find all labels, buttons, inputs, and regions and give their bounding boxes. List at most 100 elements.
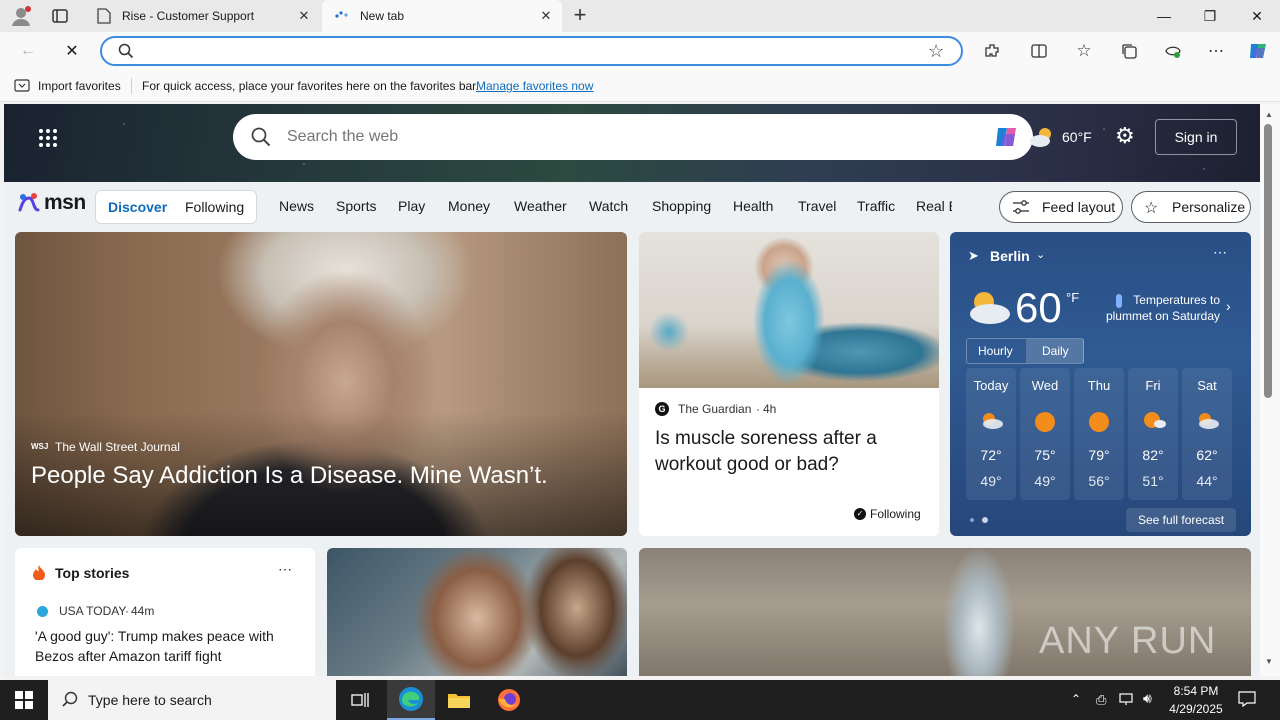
weather-alert[interactable]: Temperatures to plummet on Saturday	[1100, 292, 1220, 324]
weather-city[interactable]: Berlin	[990, 248, 1030, 264]
edge-taskbar-icon[interactable]	[387, 680, 435, 720]
new-tab-button[interactable]: +	[568, 4, 592, 28]
top-stories-title[interactable]: Top stories	[55, 565, 129, 581]
tab-new-tab[interactable]: New tab ✕	[322, 0, 562, 32]
more-options-icon[interactable]: ⋯	[278, 561, 292, 578]
chevron-right-icon[interactable]: ›	[1226, 298, 1231, 314]
task-view-icon[interactable]	[336, 680, 384, 720]
back-button[interactable]: ←	[14, 37, 42, 65]
more-options-icon[interactable]: ⋯	[1213, 244, 1227, 261]
hourly-tab[interactable]: Hourly	[978, 344, 1013, 358]
page-scrollbar[interactable]: ▲ ▼	[1260, 104, 1280, 676]
see-full-forecast-button[interactable]: See full forecast	[1126, 508, 1237, 532]
tab-rise-customer-support[interactable]: Rise - Customer Support ✕	[84, 0, 320, 32]
usb-device-icon[interactable]: ⎙	[1096, 692, 1106, 708]
nav-play[interactable]: Play	[398, 198, 425, 214]
daily-tab[interactable]: Daily	[1026, 339, 1084, 363]
following-label[interactable]: Following	[870, 507, 921, 521]
web-search-input[interactable]	[287, 126, 967, 148]
collections-icon[interactable]	[1117, 39, 1141, 63]
feed-layout-button[interactable]: Feed layout	[999, 191, 1123, 223]
personalize-button[interactable]: ☆ Personalize	[1131, 191, 1251, 223]
water-tap-article-card[interactable]: ANY RUN	[639, 548, 1251, 676]
taskbar-search[interactable]: Type here to search	[48, 680, 336, 720]
article-headline[interactable]: Is muscle soreness after a workout good …	[655, 426, 925, 478]
nav-travel[interactable]: Travel	[798, 198, 836, 214]
article-image	[639, 232, 939, 388]
settings-gear-icon[interactable]: ⚙	[1115, 125, 1135, 147]
day-low: 56°	[1088, 473, 1110, 489]
forecast-day[interactable]: Thu 79° 56°	[1074, 368, 1124, 500]
hero-article-card[interactable]: WSJ The Wall Street Journal People Say A…	[15, 232, 627, 536]
toolbar: ← ✕ ☆ ☆ ⋯	[0, 32, 1280, 70]
more-menu-icon[interactable]: ⋯	[1204, 39, 1228, 63]
close-window-button[interactable]: ✕	[1234, 0, 1280, 32]
search-icon	[62, 691, 78, 710]
sign-in-button[interactable]: Sign in	[1155, 119, 1237, 155]
weather-card[interactable]: ➤ Berlin ⌄ ⋯ 60 °F Temperatures to plumm…	[950, 232, 1251, 536]
nav-weather[interactable]: Weather	[514, 198, 567, 214]
taskbar-date[interactable]: 4/29/2025	[1164, 702, 1228, 716]
stop-loading-button[interactable]: ✕	[58, 37, 86, 65]
forecast-day[interactable]: Today 72° 49°	[966, 368, 1016, 500]
volume-icon[interactable]: 🔊︎	[1143, 690, 1152, 707]
web-search-box[interactable]	[233, 114, 1033, 160]
split-screen-icon[interactable]	[1027, 39, 1051, 63]
header-temperature[interactable]: 60°F	[1062, 129, 1092, 145]
tab-following[interactable]: Following	[185, 199, 244, 215]
address-bar[interactable]: ☆	[100, 36, 963, 66]
office-article-card[interactable]	[327, 548, 627, 676]
msn-logo[interactable]: msn	[16, 190, 86, 216]
chevron-down-icon[interactable]: ⌄	[1036, 248, 1045, 261]
weather-temp: 60	[1015, 284, 1062, 331]
restore-button[interactable]: ❐	[1187, 0, 1233, 32]
copilot-search-icon[interactable]	[995, 125, 1021, 154]
check-circle-icon: ✓	[854, 508, 866, 520]
scroll-up-arrow-icon[interactable]: ▲	[1265, 110, 1273, 119]
profile-icon[interactable]	[10, 5, 32, 27]
tab-actions-icon[interactable]	[50, 7, 70, 25]
favorite-star-icon[interactable]: ☆	[928, 41, 944, 62]
file-explorer-icon[interactable]	[435, 680, 483, 720]
manage-favorites-link[interactable]: Manage favorites now	[476, 79, 593, 93]
article-source: The Guardian	[678, 402, 752, 416]
favorites-icon[interactable]: ☆	[1072, 39, 1096, 63]
carousel-dot-active[interactable]	[982, 517, 988, 523]
chevron-up-icon[interactable]: ⌃	[1071, 692, 1081, 706]
forecast-day[interactable]: Wed 75° 49°	[1020, 368, 1070, 500]
story-age: 44m	[131, 604, 155, 618]
address-input[interactable]	[142, 42, 902, 62]
weather-unit: °F	[1066, 290, 1080, 305]
network-icon[interactable]	[1119, 691, 1135, 712]
notification-icon[interactable]	[1238, 691, 1256, 712]
nav-watch[interactable]: Watch	[589, 198, 628, 214]
close-tab-icon[interactable]: ✕	[292, 4, 316, 28]
close-tab-icon[interactable]: ✕	[534, 4, 558, 28]
article-card[interactable]: G The Guardian · 4h Is muscle soreness a…	[639, 232, 939, 536]
carousel-dot[interactable]	[970, 518, 974, 522]
nav-sports[interactable]: Sports	[336, 198, 376, 214]
forecast-day[interactable]: Fri 82° 51°	[1128, 368, 1178, 500]
minimize-button[interactable]: —	[1141, 0, 1187, 32]
nav-real-estate[interactable]: Real E	[916, 198, 952, 214]
extensions-icon[interactable]	[980, 39, 1004, 63]
browser-essentials-icon[interactable]	[1161, 39, 1185, 63]
apps-grid-icon[interactable]	[38, 128, 58, 153]
firefox-icon[interactable]	[485, 680, 533, 720]
forecast-day[interactable]: Sat 62° 44°	[1182, 368, 1232, 500]
nav-health[interactable]: Health	[733, 198, 773, 214]
nav-traffic[interactable]: Traffic	[857, 198, 895, 214]
nav-money[interactable]: Money	[448, 198, 490, 214]
start-button[interactable]	[0, 680, 48, 720]
scroll-thumb[interactable]	[1264, 124, 1272, 398]
taskbar-time[interactable]: 8:54 PM	[1172, 684, 1220, 698]
scroll-down-arrow-icon[interactable]: ▼	[1265, 657, 1273, 666]
nav-shopping[interactable]: Shopping	[652, 198, 711, 214]
copilot-icon[interactable]	[1246, 39, 1270, 63]
import-favorites-button[interactable]: Import favorites	[38, 79, 121, 93]
partly-cloudy-icon	[1195, 410, 1219, 435]
nav-news[interactable]: News	[279, 198, 314, 214]
tab-discover[interactable]: Discover	[108, 199, 167, 215]
article-headline[interactable]: People Say Addiction Is a Disease. Mine …	[31, 462, 548, 490]
story-headline[interactable]: 'A good guy': Trump makes peace with Bez…	[35, 626, 295, 666]
